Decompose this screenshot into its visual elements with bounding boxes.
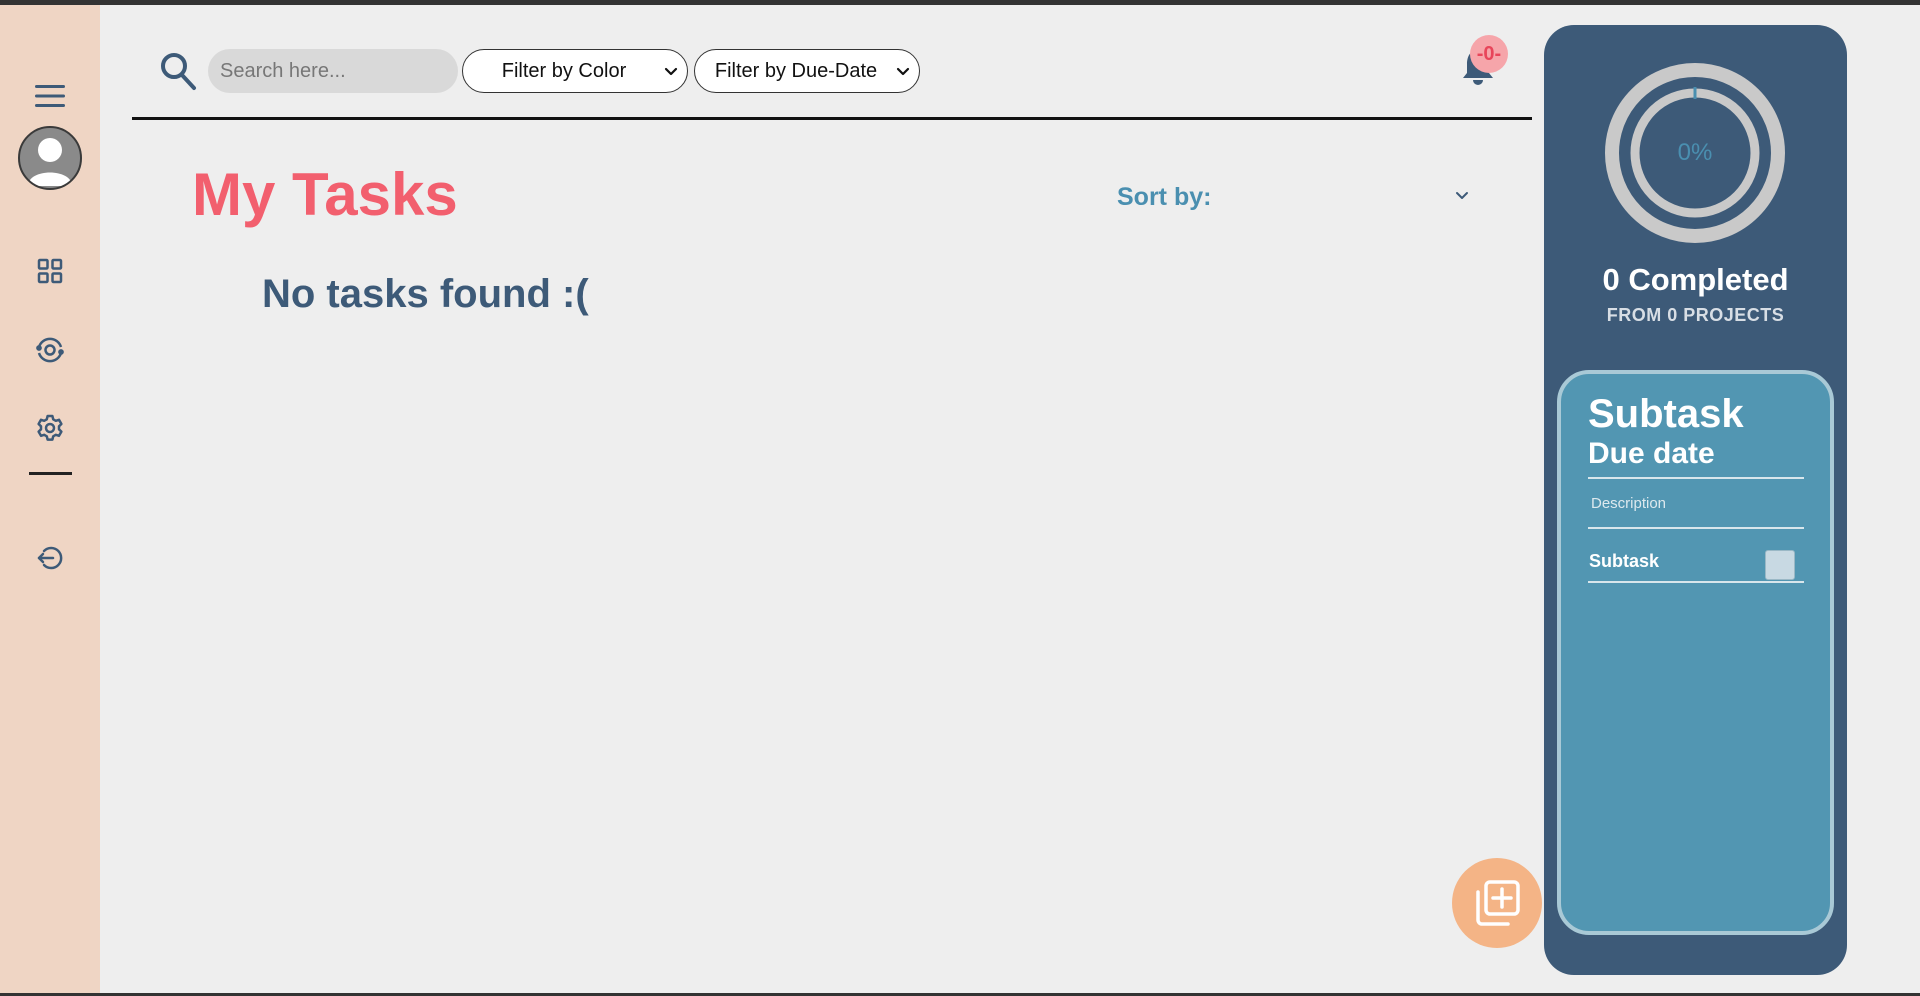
sort-chevron-down-icon[interactable] [1454,188,1470,204]
window-top-border [0,0,1920,5]
sort-by-label: Sort by: [1117,183,1212,211]
task-card-title: Subtask [1588,392,1744,436]
completed-count: 0 Completed [1602,262,1789,297]
task-card-divider [1588,477,1804,479]
task-card-divider [1588,527,1804,529]
search-icon[interactable] [158,50,198,92]
subtask-label: Subtask [1589,551,1660,571]
progress-percent-label: 0% [1677,139,1713,166]
dashboard-grid-icon[interactable] [34,255,66,287]
search-input[interactable] [208,49,458,93]
sidebar-divider [29,472,72,475]
task-card-divider [1588,581,1804,583]
sidebar [0,5,100,993]
subtask-checkbox[interactable] [1765,550,1795,580]
progress-icon[interactable] [33,333,67,367]
header-divider [132,117,1532,120]
settings-gear-icon[interactable] [33,411,67,445]
page-title: My Tasks [192,161,458,228]
avatar-icon[interactable] [18,126,82,190]
add-task-button[interactable] [1452,858,1542,948]
projects-count: FROM 0 PROJECTS [1606,305,1785,325]
filter-by-due-date-select[interactable]: Filter by Due-Date [694,49,920,93]
filter-by-due-date-value: Filter by Due-Date [714,59,878,82]
task-card-due-date: Due date [1588,437,1715,470]
add-copy-icon [1476,880,1520,926]
logout-icon[interactable] [33,541,67,575]
chevron-down-icon [663,62,679,78]
filter-by-color-value: Filter by Color [501,59,627,82]
task-card-description: Description [1591,495,1667,512]
notification-badge: -0- [1470,35,1508,73]
filter-by-color-select[interactable]: Filter by Color [462,49,688,93]
empty-tasks-message: No tasks found :( [262,272,589,316]
menu-icon[interactable] [32,81,68,111]
chevron-down-icon [895,62,911,78]
